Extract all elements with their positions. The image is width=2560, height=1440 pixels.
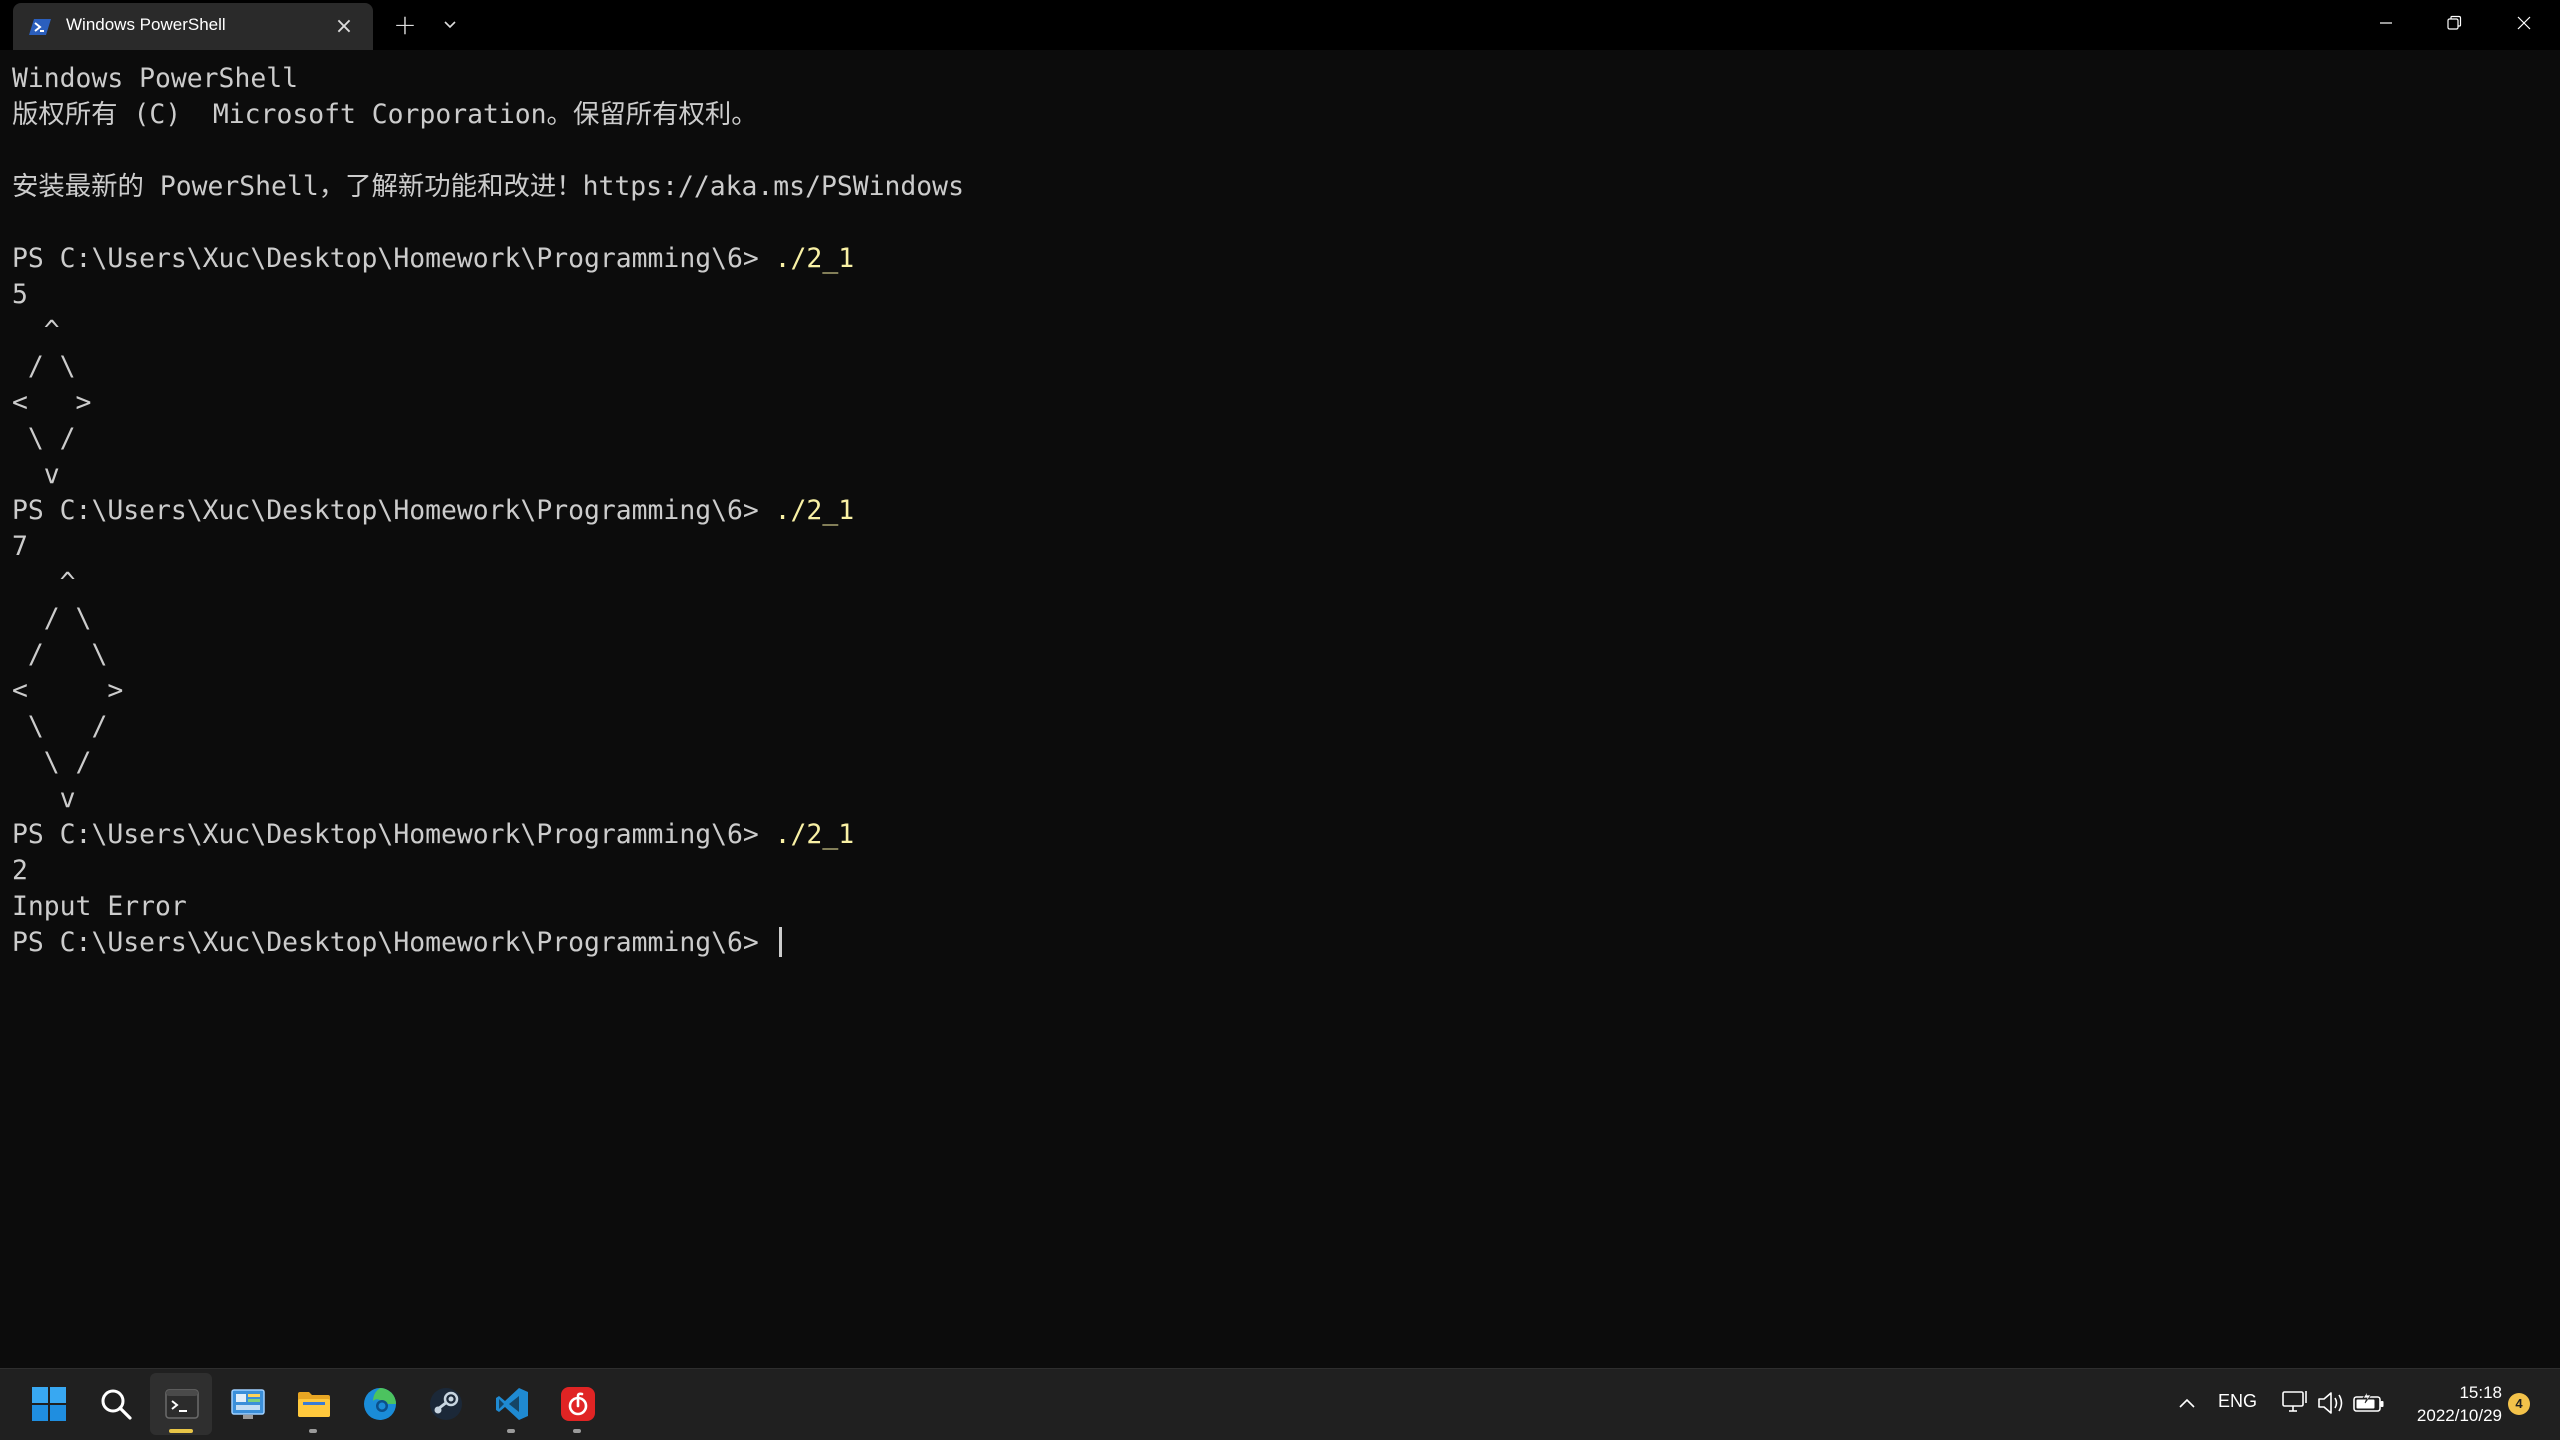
taskbar-vscode[interactable] bbox=[480, 1373, 542, 1435]
output-line: 7 bbox=[12, 531, 28, 562]
output-line: 安装最新的 PowerShell，了解新功能和改进！https://aka.ms… bbox=[12, 171, 964, 202]
tab-dropdown-button[interactable] bbox=[434, 10, 466, 40]
network-icon[interactable] bbox=[2280, 1389, 2310, 1417]
taskbar-edge[interactable] bbox=[348, 1373, 410, 1435]
netease-music-icon bbox=[561, 1387, 595, 1421]
minimize-button[interactable] bbox=[2352, 0, 2420, 46]
command-text: ./2_1 bbox=[774, 495, 855, 526]
output-line: 版权所有 (C) Microsoft Corporation。保留所有权利。 bbox=[12, 99, 758, 130]
folder-icon bbox=[298, 1392, 330, 1417]
output-line: 2 bbox=[12, 855, 28, 886]
output-line: 5 bbox=[12, 279, 28, 310]
start-button[interactable] bbox=[18, 1373, 80, 1435]
minimize-icon bbox=[2380, 22, 2392, 24]
clock-time: 15:18 bbox=[2459, 1383, 2502, 1402]
clock[interactable]: 15:18 2022/10/29 bbox=[2392, 1381, 2502, 1427]
close-icon bbox=[2517, 16, 2531, 30]
output-line: \ / bbox=[12, 747, 92, 778]
edge-icon bbox=[364, 1388, 396, 1420]
battery-charging-icon[interactable] bbox=[2352, 1389, 2386, 1417]
taskbar-netease-music[interactable] bbox=[546, 1373, 608, 1435]
running-indicator bbox=[507, 1429, 515, 1433]
running-indicator bbox=[573, 1429, 581, 1433]
command-text: ./2_1 bbox=[774, 819, 855, 850]
text-cursor bbox=[778, 927, 782, 957]
notification-badge[interactable]: 4 bbox=[2508, 1393, 2530, 1415]
running-indicator bbox=[309, 1429, 317, 1433]
tab-title: Windows PowerShell bbox=[66, 15, 226, 34]
chevron-down-icon bbox=[444, 21, 456, 29]
title-bar[interactable]: Windows PowerShell × + bbox=[0, 0, 2560, 50]
restore-button[interactable] bbox=[2420, 0, 2488, 46]
taskbar-terminal[interactable] bbox=[150, 1373, 212, 1435]
output-line: Input Error bbox=[12, 891, 187, 922]
prompt-line: PS C:\Users\Xuc\Desktop\Homework\Program… bbox=[12, 817, 2542, 853]
taskbar: ENG 15:18 2022/10/29 4 bbox=[0, 1368, 2560, 1440]
close-window-button[interactable] bbox=[2490, 0, 2558, 46]
output-line: / \ bbox=[12, 351, 76, 382]
steam-icon bbox=[430, 1388, 462, 1420]
command-text: ./2_1 bbox=[774, 243, 855, 274]
new-tab-button[interactable]: + bbox=[388, 8, 422, 42]
clock-date: 2022/10/29 bbox=[2416, 1406, 2502, 1425]
output-line: v bbox=[12, 783, 76, 814]
prompt-line: PS C:\Users\Xuc\Desktop\Homework\Program… bbox=[12, 493, 2542, 529]
control-panel-icon bbox=[231, 1389, 265, 1419]
prompt-line: PS C:\Users\Xuc\Desktop\Homework\Program… bbox=[12, 925, 2542, 961]
output-line: ^ bbox=[12, 567, 76, 598]
prompt-text: PS C:\Users\Xuc\Desktop\Homework\Program… bbox=[12, 927, 775, 958]
chevron-up-icon[interactable] bbox=[2174, 1391, 2200, 1417]
taskbar-control-panel[interactable] bbox=[216, 1373, 278, 1435]
taskbar-steam[interactable] bbox=[414, 1373, 476, 1435]
prompt-text: PS C:\Users\Xuc\Desktop\Homework\Program… bbox=[12, 819, 775, 850]
output-line: < > bbox=[12, 387, 92, 418]
output-line: \ / bbox=[12, 423, 76, 454]
restore-icon bbox=[2447, 15, 2462, 30]
prompt-line: PS C:\Users\Xuc\Desktop\Homework\Program… bbox=[12, 241, 2542, 277]
powershell-icon bbox=[29, 19, 51, 35]
output-line: ^ bbox=[12, 315, 60, 346]
search-button[interactable] bbox=[84, 1373, 146, 1435]
powershell-window: Windows PowerShell × + Windows PowerShel… bbox=[0, 0, 2560, 1368]
search-icon bbox=[101, 1389, 132, 1420]
output-line: / \ bbox=[12, 603, 92, 634]
output-line: / \ bbox=[12, 639, 108, 670]
volume-icon[interactable] bbox=[2316, 1389, 2346, 1417]
output-line: < > bbox=[12, 675, 124, 706]
terminal-output[interactable]: Windows PowerShell 版权所有 (C) Microsoft Cor… bbox=[12, 61, 2542, 1361]
output-line: v bbox=[12, 459, 60, 490]
terminal-icon bbox=[165, 1389, 199, 1419]
prompt-text: PS C:\Users\Xuc\Desktop\Homework\Program… bbox=[12, 243, 775, 274]
windows-logo-icon bbox=[32, 1387, 66, 1421]
prompt-text: PS C:\Users\Xuc\Desktop\Homework\Program… bbox=[12, 495, 775, 526]
taskbar-file-explorer[interactable] bbox=[282, 1373, 344, 1435]
tab-windows-powershell[interactable]: Windows PowerShell × bbox=[13, 3, 373, 50]
output-line: Windows PowerShell bbox=[12, 63, 298, 94]
running-indicator bbox=[169, 1429, 193, 1433]
vscode-icon bbox=[496, 1388, 528, 1420]
output-line: \ / bbox=[12, 711, 108, 742]
close-tab-button[interactable]: × bbox=[331, 14, 357, 40]
input-language-indicator[interactable]: ENG bbox=[2218, 1391, 2257, 1412]
